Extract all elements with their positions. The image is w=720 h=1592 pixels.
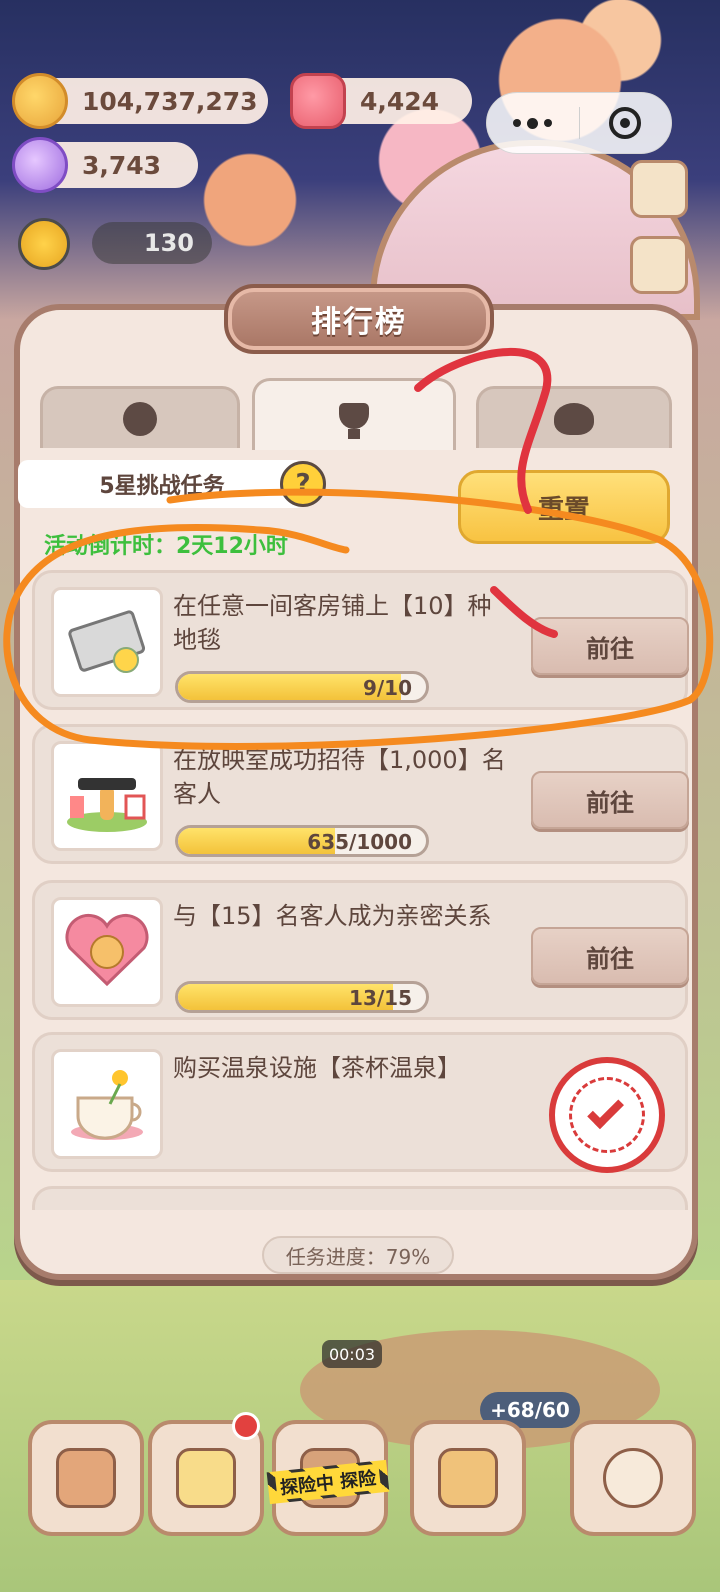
tab-trophy[interactable]: [252, 378, 456, 450]
character-icon: [123, 401, 157, 436]
sun-icon[interactable]: [18, 218, 70, 270]
task-card: 在放映室成功招待【1,000】名客人 635/1000 前往: [32, 724, 689, 864]
checkmark-icon: [587, 1092, 624, 1130]
task-card-partial: [32, 1186, 688, 1210]
task-card: 在任意一间客房铺上【10】种地毯 9/10 前往: [32, 570, 689, 710]
task-description: 在放映室成功招待【1,000】名客人: [173, 746, 506, 808]
notification-dot: [232, 1412, 260, 1440]
gem-icon: [12, 137, 68, 193]
cinema-icon: [51, 741, 163, 851]
trophy-icon: [339, 402, 369, 439]
mushroom-house-icon: [56, 1448, 116, 1508]
task-description: 购买温泉设施【茶杯温泉】: [173, 1054, 461, 1082]
cookie-icon: [12, 73, 68, 129]
mascot-icon: [603, 1448, 663, 1508]
cookie-tab-icon: [554, 402, 594, 435]
task-description: 与【15】名客人成为亲密关系: [173, 902, 492, 930]
tab-characters[interactable]: [40, 386, 240, 448]
task-progress-bar: 9/10: [175, 671, 429, 703]
heart-gift-icon: [290, 73, 346, 129]
five-star-task-label: 5星挑战任务: [18, 460, 306, 508]
task-progress-bar: 13/15: [175, 981, 429, 1013]
reset-button[interactable]: 重置: [458, 470, 670, 544]
timer-label: 00:03: [322, 1340, 382, 1368]
sun-counter: 130: [92, 222, 212, 264]
gem-currency[interactable]: 3,743: [12, 137, 198, 193]
target-circle-icon: [609, 107, 642, 139]
task-card: 购买温泉设施【茶杯温泉】: [32, 1032, 688, 1173]
task-progress-text: 9/10: [362, 676, 412, 700]
tab-cookie[interactable]: [476, 386, 672, 448]
miniprogram-capsule: [486, 92, 672, 154]
cookie-currency[interactable]: 104,737,273: [12, 73, 268, 129]
event-countdown: 活动倒计时：2天12小时: [44, 534, 288, 559]
task-card: 与【15】名客人成为亲密关系 13/15 前往: [32, 880, 689, 1020]
more-button[interactable]: [487, 93, 579, 153]
notebook-icon: [176, 1448, 236, 1508]
panel-title: 排行榜: [224, 284, 494, 354]
home-button[interactable]: [28, 1420, 144, 1536]
heart-count: 4,424: [360, 86, 440, 116]
close-miniprogram-button[interactable]: [580, 93, 672, 153]
task-progress-text: 635/1000: [307, 830, 412, 854]
overall-progress: 任务进度：79%: [262, 1236, 454, 1274]
teacup-hotspring-icon: [51, 1049, 163, 1159]
shop-icon: [438, 1448, 498, 1508]
shop-button[interactable]: [410, 1420, 526, 1536]
carpet-icon: [51, 587, 163, 697]
stamp-side-icon[interactable]: [630, 236, 688, 294]
go-button[interactable]: 前往: [531, 771, 689, 829]
more-dots-icon: [513, 117, 553, 129]
go-button[interactable]: 前往: [531, 617, 689, 675]
go-button[interactable]: 前往: [531, 927, 689, 985]
character-button[interactable]: [570, 1420, 696, 1536]
gem-count: 3,743: [82, 150, 162, 180]
heart-currency[interactable]: 4,424: [290, 73, 472, 129]
completed-stamp: [549, 1057, 665, 1173]
help-button[interactable]: ?: [280, 461, 326, 507]
flower-side-icon[interactable]: [630, 160, 688, 218]
task-progress-text: 13/15: [349, 986, 412, 1010]
task-progress-bar: 635/1000: [175, 825, 429, 857]
cookie-count: 104,737,273: [82, 86, 258, 116]
task-description: 在任意一间客房铺上【10】种地毯: [173, 592, 492, 654]
heart-friend-icon: [51, 897, 163, 1007]
